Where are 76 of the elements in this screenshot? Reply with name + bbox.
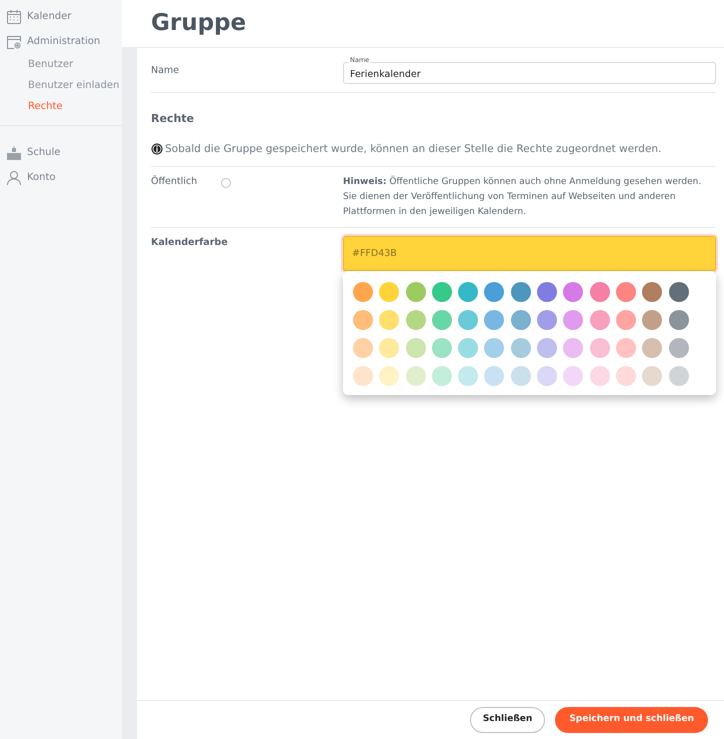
- color-swatch[interactable]: [406, 366, 426, 386]
- color-swatch[interactable]: [406, 310, 426, 330]
- sidebar-item[interactable]: Schule: [0, 140, 122, 165]
- color-swatch[interactable]: [353, 366, 373, 386]
- calendar-icon: [6, 8, 22, 24]
- field-label: Öffentlich: [151, 175, 198, 190]
- color-swatch[interactable]: [353, 282, 373, 302]
- color-swatch[interactable]: [432, 366, 452, 386]
- page-title: Gruppe: [151, 10, 246, 38]
- color-swatch[interactable]: [510, 338, 531, 358]
- color-swatch[interactable]: [510, 310, 531, 330]
- school-building-icon: [6, 144, 22, 160]
- field-label: Kalenderfarbe: [151, 236, 229, 250]
- color-swatch[interactable]: [616, 366, 636, 386]
- color-swatch[interactable]: [510, 366, 531, 386]
- close-button[interactable]: Schließen: [470, 707, 546, 733]
- color-swatch[interactable]: [563, 338, 584, 358]
- sidebar-subitem[interactable]: Benutzer einladen: [0, 75, 122, 96]
- name-field[interactable]: Ferienkalender: [343, 62, 716, 84]
- save-button[interactable]: Speichern und schließen: [555, 707, 708, 733]
- section-heading: Rechte: [151, 111, 196, 127]
- color-swatch[interactable]: [458, 366, 478, 386]
- sidebar-subitem[interactable]: Rechte: [0, 96, 122, 117]
- color-swatch[interactable]: [353, 338, 373, 358]
- color-swatch[interactable]: [642, 282, 662, 302]
- color-swatch[interactable]: [537, 366, 558, 386]
- color-swatch[interactable]: [458, 282, 478, 302]
- color-field[interactable]: #FFD43B: [343, 236, 716, 272]
- color-swatch[interactable]: [616, 338, 636, 358]
- color-swatch[interactable]: [432, 310, 452, 330]
- color-swatch[interactable]: [642, 310, 662, 330]
- color-swatch[interactable]: [590, 310, 610, 330]
- color-swatch[interactable]: [406, 338, 426, 358]
- color-swatch[interactable]: [642, 366, 662, 386]
- color-swatch[interactable]: [484, 366, 504, 386]
- color-swatch[interactable]: [484, 310, 504, 330]
- calendar-gear-icon: [6, 34, 22, 50]
- color-swatch[interactable]: [668, 310, 689, 330]
- field-label: Name: [151, 64, 180, 78]
- color-swatch[interactable]: [590, 338, 610, 358]
- sidebar-subitem[interactable]: Benutzer: [0, 54, 122, 75]
- color-swatch[interactable]: [379, 282, 400, 302]
- color-swatch[interactable]: [458, 310, 478, 330]
- color-swatch[interactable]: [379, 338, 400, 358]
- person-icon: [6, 170, 22, 186]
- color-swatch[interactable]: [432, 282, 452, 302]
- color-swatch[interactable]: [353, 310, 373, 330]
- color-swatch[interactable]: [616, 282, 636, 302]
- hint-text: Hinweis: Öffentliche Gruppen können auch ohne Anmeldung gesehen werden. Sie dienen der Veröffentlichung von Terminen auf Webseiten und anderen Plattformen in den jeweiligen Kalendern.: [343, 175, 702, 220]
- color-swatch[interactable]: [563, 282, 584, 302]
- color-swatch[interactable]: [563, 310, 584, 330]
- color-swatch[interactable]: [432, 338, 452, 358]
- sidebar-item[interactable]: Administration: [0, 29, 122, 54]
- color-swatch[interactable]: [616, 310, 636, 330]
- color-swatch[interactable]: [537, 310, 558, 330]
- color-swatch[interactable]: [590, 282, 610, 302]
- color-swatch[interactable]: [406, 282, 426, 302]
- color-swatch[interactable]: [458, 338, 478, 358]
- info-icon: [151, 143, 163, 156]
- color-swatch[interactable]: [668, 338, 689, 358]
- color-swatch[interactable]: [668, 366, 689, 386]
- color-swatch[interactable]: [510, 282, 531, 302]
- color-swatch[interactable]: [537, 282, 558, 302]
- color-swatch[interactable]: [642, 338, 662, 358]
- color-swatch[interactable]: [484, 338, 504, 358]
- color-swatch[interactable]: [484, 282, 504, 302]
- color-swatch[interactable]: [668, 282, 689, 302]
- radio-button[interactable]: [221, 178, 232, 188]
- sidebar-item[interactable]: Kalender: [0, 4, 122, 29]
- color-swatch[interactable]: [563, 366, 584, 386]
- sidebar-item[interactable]: Konto: [0, 165, 122, 190]
- color-swatch[interactable]: [379, 310, 400, 330]
- color-swatch[interactable]: [590, 366, 610, 386]
- info-text: Sobald die Gruppe gespeichert wurde, können an dieser Stelle die Rechte zugeordnet werden.: [165, 142, 662, 156]
- color-swatch[interactable]: [379, 366, 400, 386]
- color-swatch[interactable]: [537, 338, 558, 358]
